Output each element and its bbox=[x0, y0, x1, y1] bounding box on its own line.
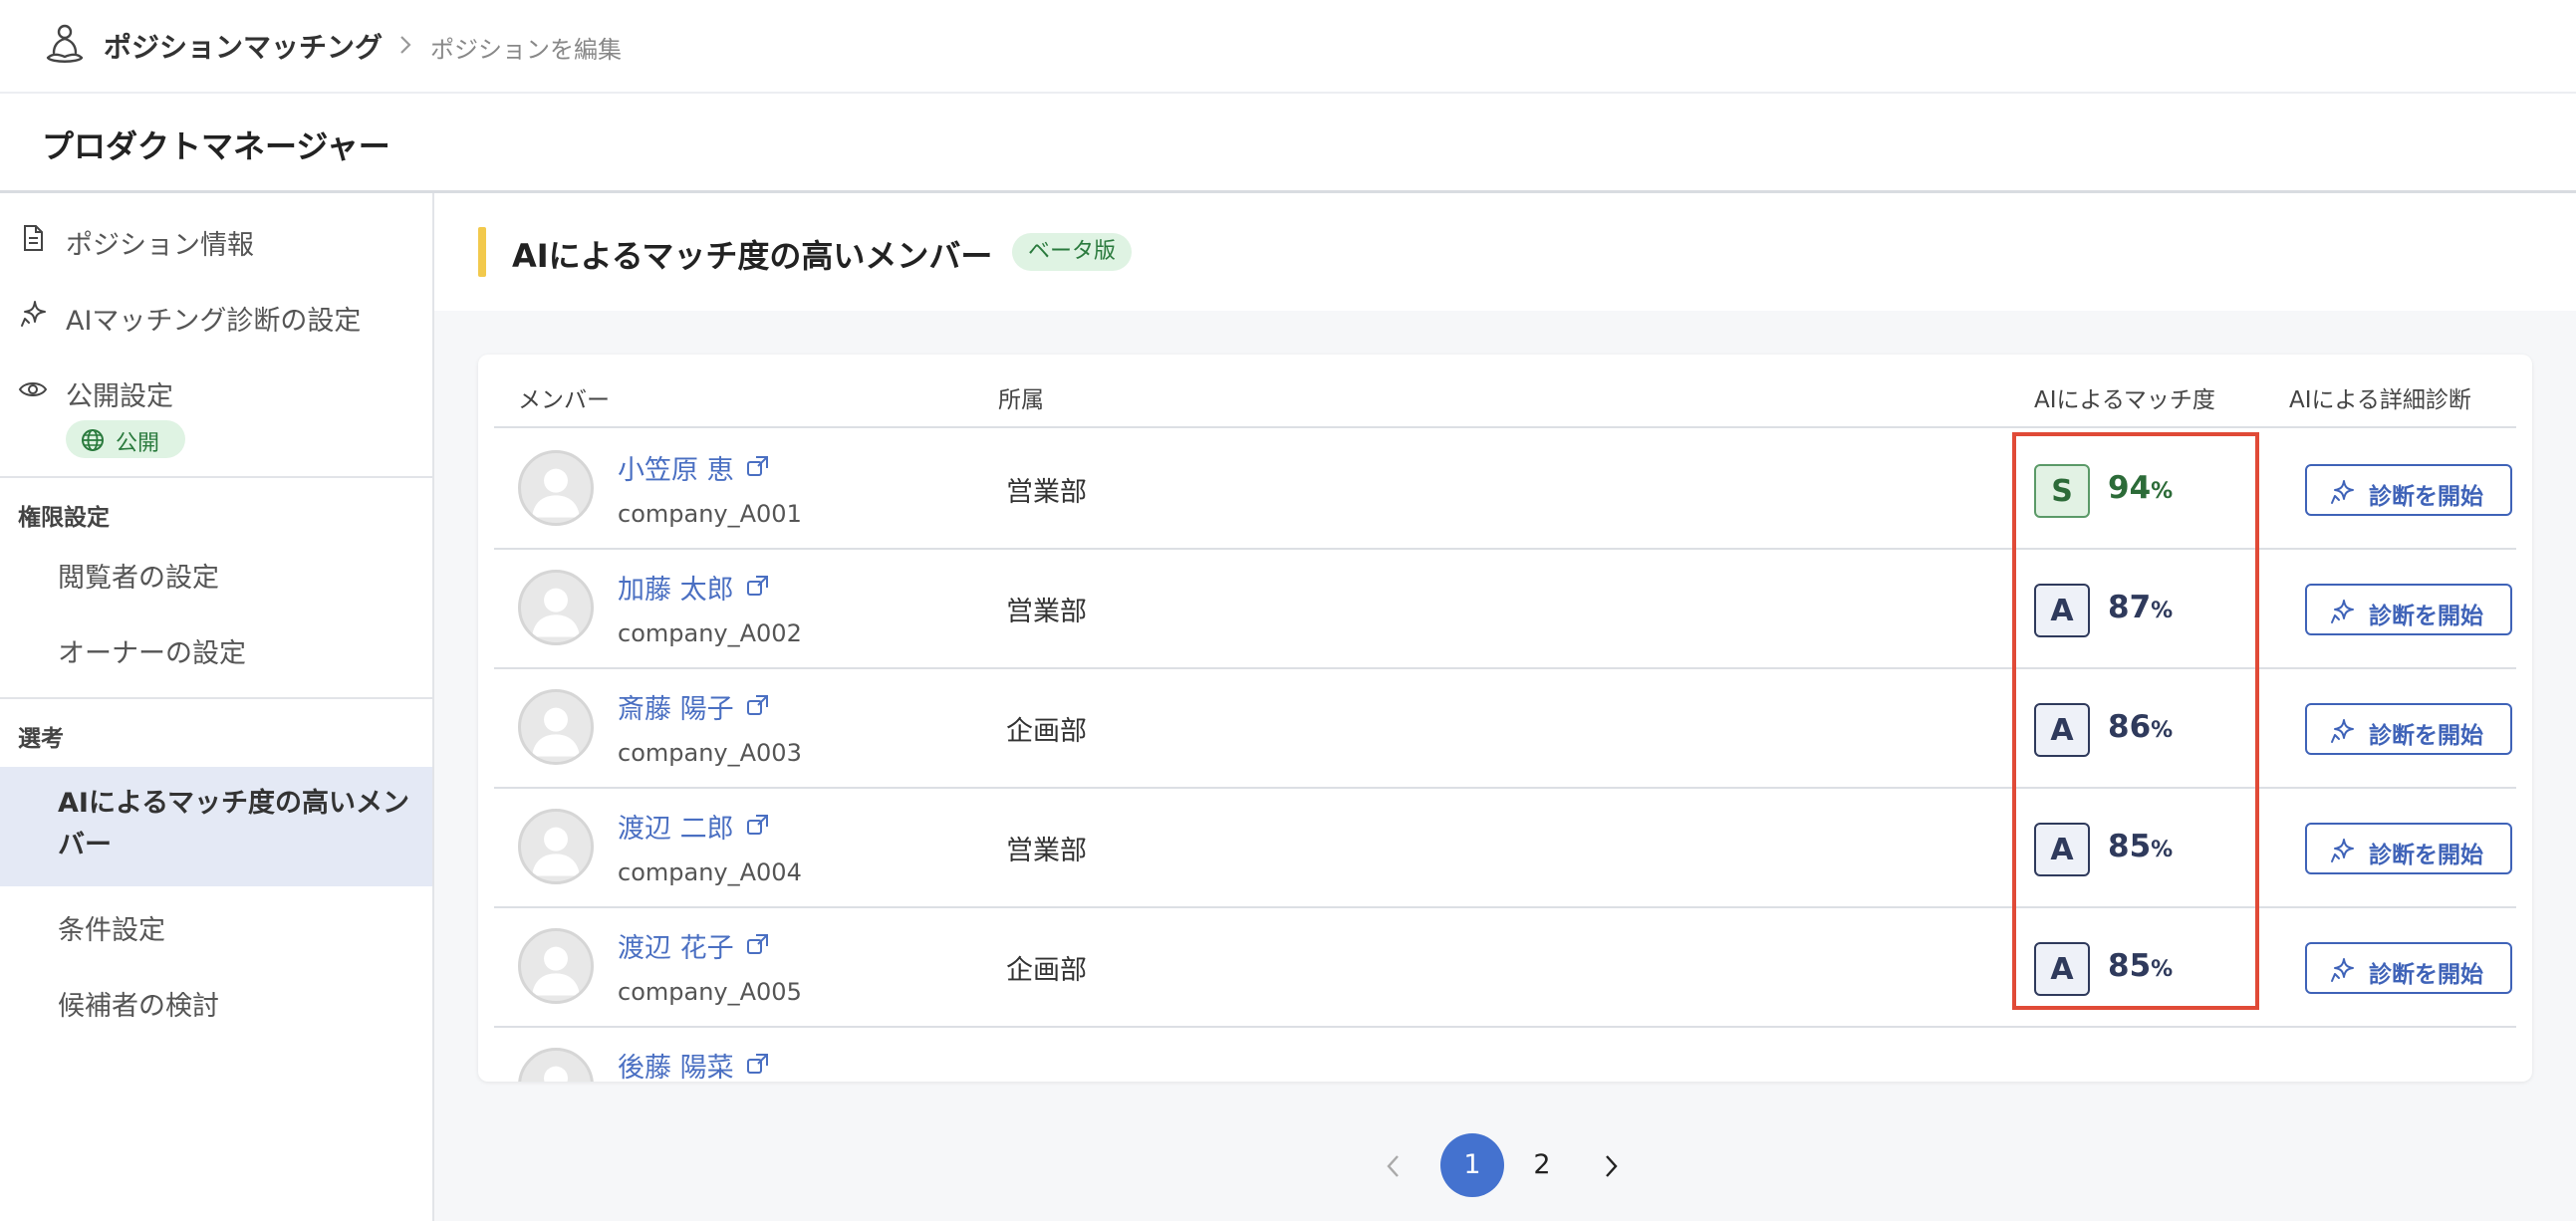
meditation-person-icon bbox=[46, 24, 84, 63]
chevron-right-icon[interactable] bbox=[1596, 1149, 1626, 1183]
external-link-icon[interactable] bbox=[744, 1050, 772, 1078]
member-code: company_A005 bbox=[618, 978, 802, 1006]
member-code: company_A002 bbox=[618, 619, 802, 647]
globe-icon bbox=[82, 429, 104, 451]
column-header-member: メンバー bbox=[518, 387, 610, 413]
start-diagnosis-button[interactable]: 診断を開始 bbox=[2305, 942, 2512, 994]
top-bar: ポジションマッチング ポジションを編集 bbox=[0, 0, 2576, 94]
sparkle-icon bbox=[21, 301, 46, 327]
member-name-link[interactable]: 加藤 太郎 bbox=[618, 568, 734, 607]
document-icon bbox=[24, 225, 43, 251]
sidebar-item-candidates[interactable]: 候補者の検討 bbox=[0, 970, 432, 1030]
chevron-left-icon[interactable] bbox=[1379, 1149, 1409, 1183]
sparkle-icon bbox=[2329, 599, 2355, 624]
external-link-icon[interactable] bbox=[744, 811, 772, 839]
sparkle-icon bbox=[2329, 838, 2355, 863]
sidebar-section-selection: 選考 bbox=[18, 726, 64, 752]
sidebar-item-label: AIマッチング診断の設定 bbox=[66, 306, 362, 337]
page-title: プロダクトマネージャー bbox=[42, 127, 390, 165]
start-diagnosis-button[interactable]: 診断を開始 bbox=[2305, 823, 2512, 874]
member-code: company_A003 bbox=[618, 739, 802, 767]
member-department: 営業部 bbox=[1006, 477, 1087, 508]
sidebar-section-permissions: 権限設定 bbox=[18, 505, 110, 531]
sparkle-icon bbox=[2329, 957, 2355, 983]
sidebar-item-ai-match-members[interactable]: AIによるマッチ度の高いメンバー bbox=[0, 767, 432, 886]
table-row[interactable]: 後藤 陽菜 bbox=[494, 1028, 2516, 1082]
sidebar-item-label: 閲覧者の設定 bbox=[58, 563, 219, 594]
eye-icon bbox=[18, 382, 48, 396]
sidebar-item-position-info[interactable]: ポジション情報 bbox=[0, 209, 432, 269]
start-diagnosis-button[interactable]: 診断を開始 bbox=[2305, 464, 2512, 516]
page-button-1[interactable]: 1 bbox=[1440, 1133, 1504, 1197]
member-code: company_A004 bbox=[618, 858, 802, 886]
external-link-icon[interactable] bbox=[744, 691, 772, 719]
table-header-divider bbox=[494, 426, 2516, 428]
page-button-2[interactable]: 2 bbox=[1510, 1133, 1574, 1197]
chevron-right-icon bbox=[400, 36, 411, 54]
sparkle-icon bbox=[2329, 479, 2355, 505]
avatar bbox=[518, 1048, 594, 1082]
breadcrumb-current: ポジションを編集 bbox=[430, 36, 622, 64]
start-diagnosis-label: 診断を開始 bbox=[2369, 604, 2483, 629]
start-diagnosis-label: 診断を開始 bbox=[2369, 962, 2483, 988]
member-name-link[interactable]: 後藤 陽菜 bbox=[618, 1046, 734, 1082]
member-department: 企画部 bbox=[1006, 955, 1087, 986]
sidebar-divider bbox=[0, 476, 432, 478]
member-name-link[interactable]: 小笠原 恵 bbox=[618, 448, 734, 487]
avatar bbox=[518, 450, 594, 526]
sidebar-item-conditions[interactable]: 条件設定 bbox=[0, 894, 432, 954]
column-header-department: 所属 bbox=[998, 387, 1044, 413]
app-title[interactable]: ポジションマッチング bbox=[104, 26, 383, 66]
column-header-match: AIによるマッチ度 bbox=[2034, 387, 2215, 413]
sidebar-item-label: AIによるマッチ度の高いメンバー bbox=[58, 788, 410, 860]
page-title-bar: プロダクトマネージャー bbox=[0, 94, 2576, 193]
section-title: AIによるマッチ度の高いメンバー bbox=[512, 237, 993, 275]
sidebar-item-label: ポジション情報 bbox=[66, 230, 254, 261]
publish-status-badge: 公開 bbox=[66, 420, 185, 458]
section-accent-bar bbox=[478, 227, 486, 277]
sidebar-item-viewer-settings[interactable]: 閲覧者の設定 bbox=[0, 542, 432, 602]
avatar bbox=[518, 689, 594, 765]
sidebar-item-label: 条件設定 bbox=[58, 915, 165, 946]
member-department: 営業部 bbox=[1006, 836, 1087, 866]
member-name-link[interactable]: 渡辺 花子 bbox=[618, 926, 734, 965]
sidebar-divider bbox=[0, 697, 432, 699]
sidebar-item-label: 公開設定 bbox=[66, 381, 173, 412]
external-link-icon[interactable] bbox=[744, 572, 772, 600]
sparkle-icon bbox=[2329, 718, 2355, 744]
start-diagnosis-label: 診断を開始 bbox=[2369, 484, 2483, 510]
sidebar-item-label: オーナーの設定 bbox=[58, 638, 246, 669]
start-diagnosis-label: 診断を開始 bbox=[2369, 843, 2483, 868]
avatar bbox=[518, 928, 594, 1004]
column-header-diagnosis: AIによる詳細診断 bbox=[2289, 387, 2471, 413]
start-diagnosis-button[interactable]: 診断を開始 bbox=[2305, 703, 2512, 755]
start-diagnosis-button[interactable]: 診断を開始 bbox=[2305, 584, 2512, 635]
external-link-icon[interactable] bbox=[744, 452, 772, 480]
match-column-highlight bbox=[2012, 432, 2259, 1010]
avatar bbox=[518, 809, 594, 884]
start-diagnosis-label: 診断を開始 bbox=[2369, 723, 2483, 749]
member-name-link[interactable]: 渡辺 二郎 bbox=[618, 807, 734, 846]
sidebar-item-publish-settings[interactable]: 公開設定 bbox=[0, 361, 432, 420]
external-link-icon[interactable] bbox=[744, 930, 772, 958]
member-department: 営業部 bbox=[1006, 597, 1087, 627]
sidebar: ポジション情報 AIマッチング診断の設定 公開設定 公開 権限設定 閲覧者の設定… bbox=[0, 193, 434, 1221]
pagination: 1 2 bbox=[434, 1133, 2576, 1197]
sidebar-item-label: 候補者の検討 bbox=[58, 991, 219, 1022]
beta-badge: ベータ版 bbox=[1012, 233, 1133, 271]
section-header: AIによるマッチ度の高いメンバー ベータ版 bbox=[434, 193, 2576, 311]
sidebar-item-owner-settings[interactable]: オーナーの設定 bbox=[0, 617, 432, 677]
sidebar-item-ai-settings[interactable]: AIマッチング診断の設定 bbox=[0, 285, 432, 345]
publish-badge-label: 公開 bbox=[116, 431, 160, 456]
avatar bbox=[518, 570, 594, 645]
main-content: AIによるマッチ度の高いメンバー ベータ版 メンバー 所属 AIによるマッチ度 … bbox=[434, 193, 2576, 1221]
member-name-link[interactable]: 斎藤 陽子 bbox=[618, 687, 734, 726]
member-department: 企画部 bbox=[1006, 716, 1087, 747]
member-code: company_A001 bbox=[618, 500, 802, 528]
